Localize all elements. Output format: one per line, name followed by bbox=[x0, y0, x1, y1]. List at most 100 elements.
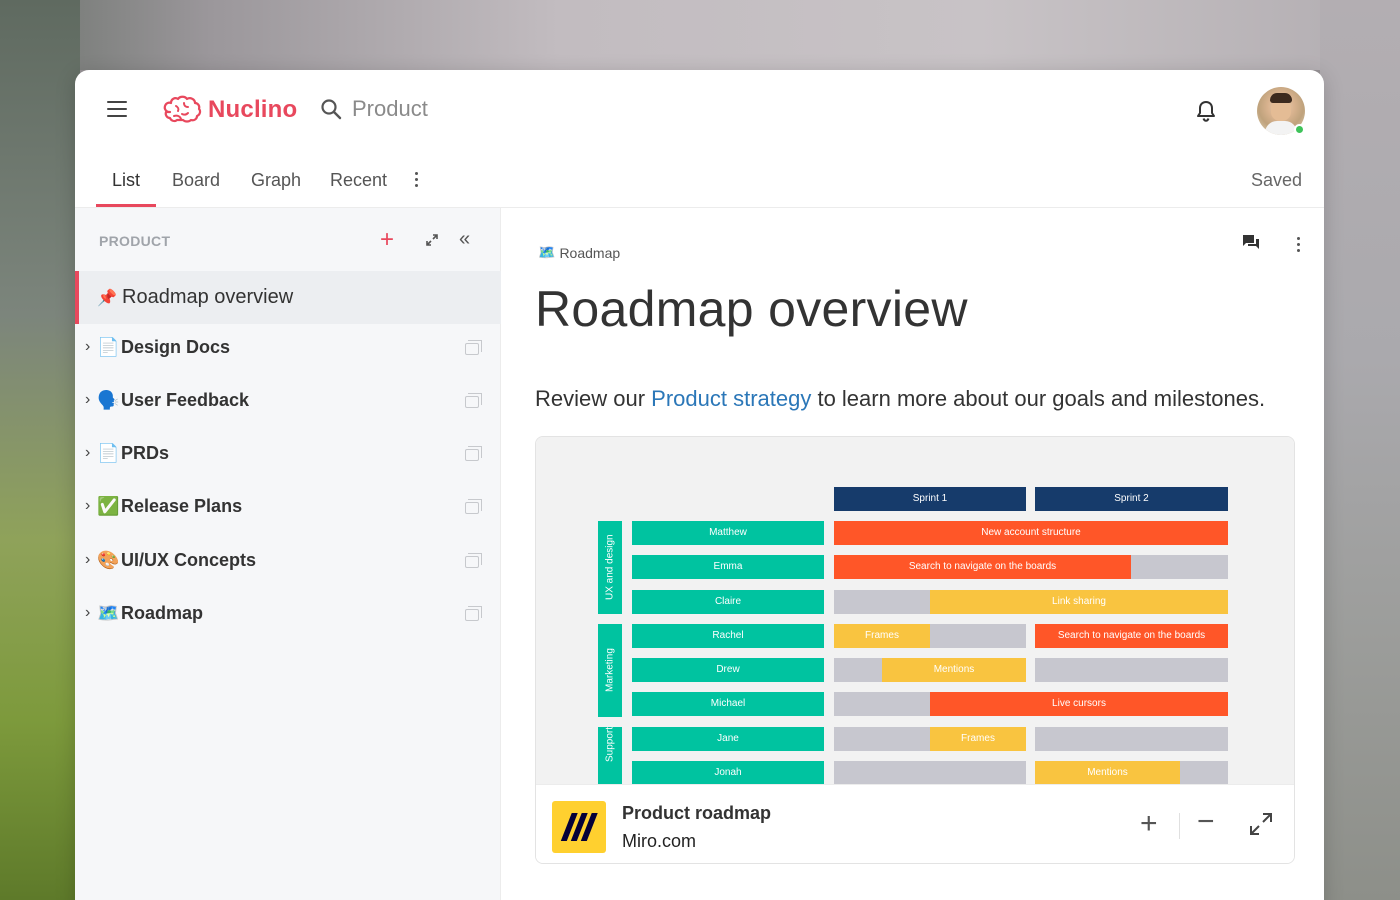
duplicate-icon[interactable] bbox=[465, 340, 482, 355]
chevron-right-icon[interactable]: › bbox=[85, 338, 90, 356]
chevron-right-icon[interactable]: › bbox=[85, 604, 90, 622]
speaking-head-icon: 🗣️ bbox=[97, 390, 120, 410]
tab-board[interactable]: Board bbox=[172, 170, 220, 191]
intro-text-after: to learn more about our goals and milest… bbox=[811, 386, 1266, 411]
search-text: Product bbox=[352, 96, 428, 121]
sidebar-item-roadmap-overview[interactable]: 📌 Roadmap overview bbox=[75, 271, 501, 324]
sprint-header: Sprint 1 bbox=[834, 487, 1026, 511]
tab-list[interactable]: List bbox=[112, 170, 140, 191]
divider bbox=[1179, 813, 1180, 839]
background-mountain-right bbox=[1320, 0, 1400, 900]
sidebar-item-roadmap[interactable]: › 🗺️ Roadmap bbox=[75, 590, 501, 643]
hamburger-menu-icon[interactable] bbox=[107, 101, 127, 119]
zoom-out-icon[interactable]: − bbox=[1197, 807, 1215, 837]
group-label: UX and design bbox=[604, 534, 616, 601]
empty-slot bbox=[834, 692, 930, 716]
more-options-icon[interactable] bbox=[1297, 237, 1301, 253]
group-lane: Marketing bbox=[598, 624, 622, 717]
app-name: Nuclino bbox=[208, 96, 298, 123]
bell-icon[interactable] bbox=[1195, 99, 1217, 123]
person-label: Emma bbox=[632, 555, 824, 579]
embed-source: Miro.com bbox=[622, 831, 697, 851]
miro-logo-icon bbox=[560, 813, 598, 841]
group-lane: UX and design bbox=[598, 521, 622, 614]
avatar-shirt bbox=[1265, 121, 1297, 135]
person-label: Jonah bbox=[632, 761, 824, 785]
add-item-icon[interactable]: + bbox=[380, 228, 394, 252]
sidebar-item-label: Release Plans bbox=[121, 496, 243, 516]
sprint-header: Sprint 2 bbox=[1035, 487, 1228, 511]
chevron-right-icon[interactable]: › bbox=[85, 391, 90, 409]
collapse-sidebar-icon[interactable]: « bbox=[459, 229, 470, 249]
sidebar-item-label: PRDs bbox=[121, 443, 170, 463]
fullscreen-icon[interactable] bbox=[1248, 811, 1274, 837]
duplicate-icon[interactable] bbox=[465, 446, 482, 461]
top-bar: Nuclino Product bbox=[75, 70, 1324, 150]
sidebar-item-label: UI/UX Concepts bbox=[121, 550, 257, 570]
product-strategy-link[interactable]: Product strategy bbox=[651, 386, 811, 411]
task-bar: Mentions bbox=[1035, 761, 1180, 785]
more-tabs-icon[interactable] bbox=[415, 172, 419, 188]
task-bar: Link sharing bbox=[930, 590, 1228, 614]
check-mark-icon: ✅ bbox=[97, 496, 120, 516]
search-icon bbox=[321, 99, 342, 120]
expand-icon[interactable] bbox=[425, 233, 439, 247]
sidebar-item-label: Roadmap bbox=[121, 603, 204, 623]
empty-slot bbox=[1131, 555, 1228, 579]
search-bar[interactable]: Product bbox=[320, 96, 428, 122]
duplicate-icon[interactable] bbox=[465, 553, 482, 568]
sidebar-item-release-plans[interactable]: › ✅ Release Plans bbox=[75, 483, 501, 536]
map-icon: 🗺️ bbox=[538, 244, 556, 260]
task-bar: Frames bbox=[834, 624, 930, 648]
save-status: Saved bbox=[1250, 170, 1302, 190]
sidebar-item-ui-ux-concepts[interactable]: › 🎨 UI/UX Concepts bbox=[75, 537, 501, 590]
page-icon: 📄 bbox=[97, 443, 120, 463]
sidebar-item-label: Design Docs bbox=[121, 337, 231, 357]
empty-slot bbox=[1180, 761, 1228, 785]
person-label: Rachel bbox=[632, 624, 824, 648]
empty-slot bbox=[834, 590, 930, 614]
task-bar: Live cursors bbox=[930, 692, 1228, 716]
task-bar: Search to navigate on the boards bbox=[1035, 624, 1228, 648]
chevron-right-icon[interactable]: › bbox=[85, 444, 90, 462]
palette-icon: 🎨 bbox=[97, 550, 120, 570]
app-window: Nuclino Product List Board Graph Recent … bbox=[75, 70, 1324, 900]
miro-embed[interactable]: Sprint 1 Sprint 2 UX and design Marketin… bbox=[535, 436, 1295, 864]
person-label: Michael bbox=[632, 692, 824, 716]
breadcrumb[interactable]: 🗺️ Roadmap bbox=[538, 244, 620, 261]
page-title: Roadmap overview bbox=[535, 281, 968, 337]
sidebar-item-user-feedback[interactable]: › 🗣️ User Feedback bbox=[75, 377, 501, 430]
empty-slot bbox=[930, 624, 1026, 648]
sidebar-heading: PRODUCT bbox=[99, 233, 171, 249]
sidebar-item-design-docs[interactable]: › 📄 Design Docs bbox=[75, 324, 501, 377]
sidebar-item-label: Roadmap overview bbox=[122, 286, 294, 308]
chevron-right-icon[interactable]: › bbox=[85, 551, 90, 569]
tab-recent[interactable]: Recent bbox=[330, 170, 387, 191]
breadcrumb-label: Roadmap bbox=[559, 244, 621, 261]
intro-text-before: Review our bbox=[535, 386, 652, 411]
group-label: Support bbox=[604, 727, 616, 763]
task-bar: New account structure bbox=[834, 521, 1228, 545]
empty-slot bbox=[834, 658, 882, 682]
duplicate-icon[interactable] bbox=[465, 606, 482, 621]
roadmap-board[interactable]: Sprint 1 Sprint 2 UX and design Marketin… bbox=[536, 437, 1294, 785]
sidebar-item-label: User Feedback bbox=[121, 390, 250, 410]
nuclino-logo[interactable]: Nuclino bbox=[162, 94, 297, 126]
sidebar-item-prds[interactable]: › 📄 PRDs bbox=[75, 430, 501, 483]
empty-slot bbox=[1035, 727, 1228, 751]
task-bar: Search to navigate on the boards bbox=[834, 555, 1131, 579]
duplicate-icon[interactable] bbox=[465, 393, 482, 408]
comments-icon[interactable] bbox=[1242, 234, 1260, 250]
empty-slot bbox=[1035, 658, 1228, 682]
empty-slot bbox=[834, 727, 930, 751]
online-status-dot bbox=[1294, 124, 1305, 135]
zoom-in-icon[interactable]: + bbox=[1140, 809, 1158, 839]
empty-slot bbox=[834, 761, 1026, 785]
pin-icon: 📌 bbox=[97, 290, 117, 307]
brain-logo-icon bbox=[163, 95, 202, 123]
page-icon: 📄 bbox=[97, 337, 120, 357]
tab-graph[interactable]: Graph bbox=[251, 170, 301, 191]
duplicate-icon[interactable] bbox=[465, 499, 482, 514]
chevron-right-icon[interactable]: › bbox=[85, 497, 90, 515]
active-tab-indicator bbox=[96, 204, 156, 207]
